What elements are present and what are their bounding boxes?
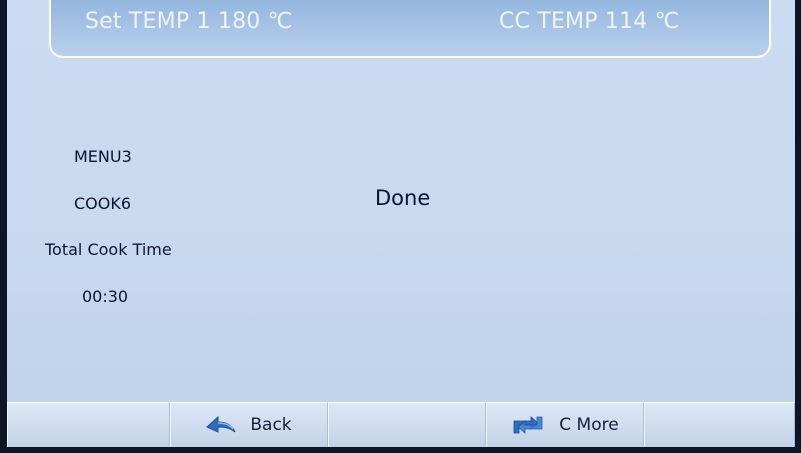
blank-button-2[interactable] [328, 402, 486, 447]
c-more-button[interactable]: C More [486, 402, 644, 447]
temperature-header: Set TEMP 1 180 ℃ CC TEMP 114 ℃ [49, 0, 771, 58]
touchscreen-display: Set TEMP 1 180 ℃ CC TEMP 114 ℃ MENU3 COO… [7, 0, 795, 447]
set-temperature-readout: Set TEMP 1 180 ℃ [85, 9, 293, 34]
back-arrow-icon [206, 415, 236, 435]
total-cook-time-label: Total Cook Time [45, 240, 172, 259]
cycle-arrows-icon [511, 413, 545, 437]
blank-button-3[interactable] [644, 402, 795, 447]
menu-name: MENU3 [74, 147, 132, 166]
bottom-button-bar: Back C More [7, 402, 795, 447]
total-cook-time-value: 00:30 [82, 287, 129, 306]
cook-name: COOK6 [74, 194, 132, 213]
c-more-button-label: C More [559, 415, 619, 435]
cc-temperature-readout: CC TEMP 114 ℃ [499, 9, 680, 34]
back-button[interactable]: Back [170, 402, 328, 447]
back-button-label: Back [250, 415, 292, 435]
blank-button-1[interactable] [7, 402, 170, 447]
cook-status: Done [375, 186, 431, 210]
